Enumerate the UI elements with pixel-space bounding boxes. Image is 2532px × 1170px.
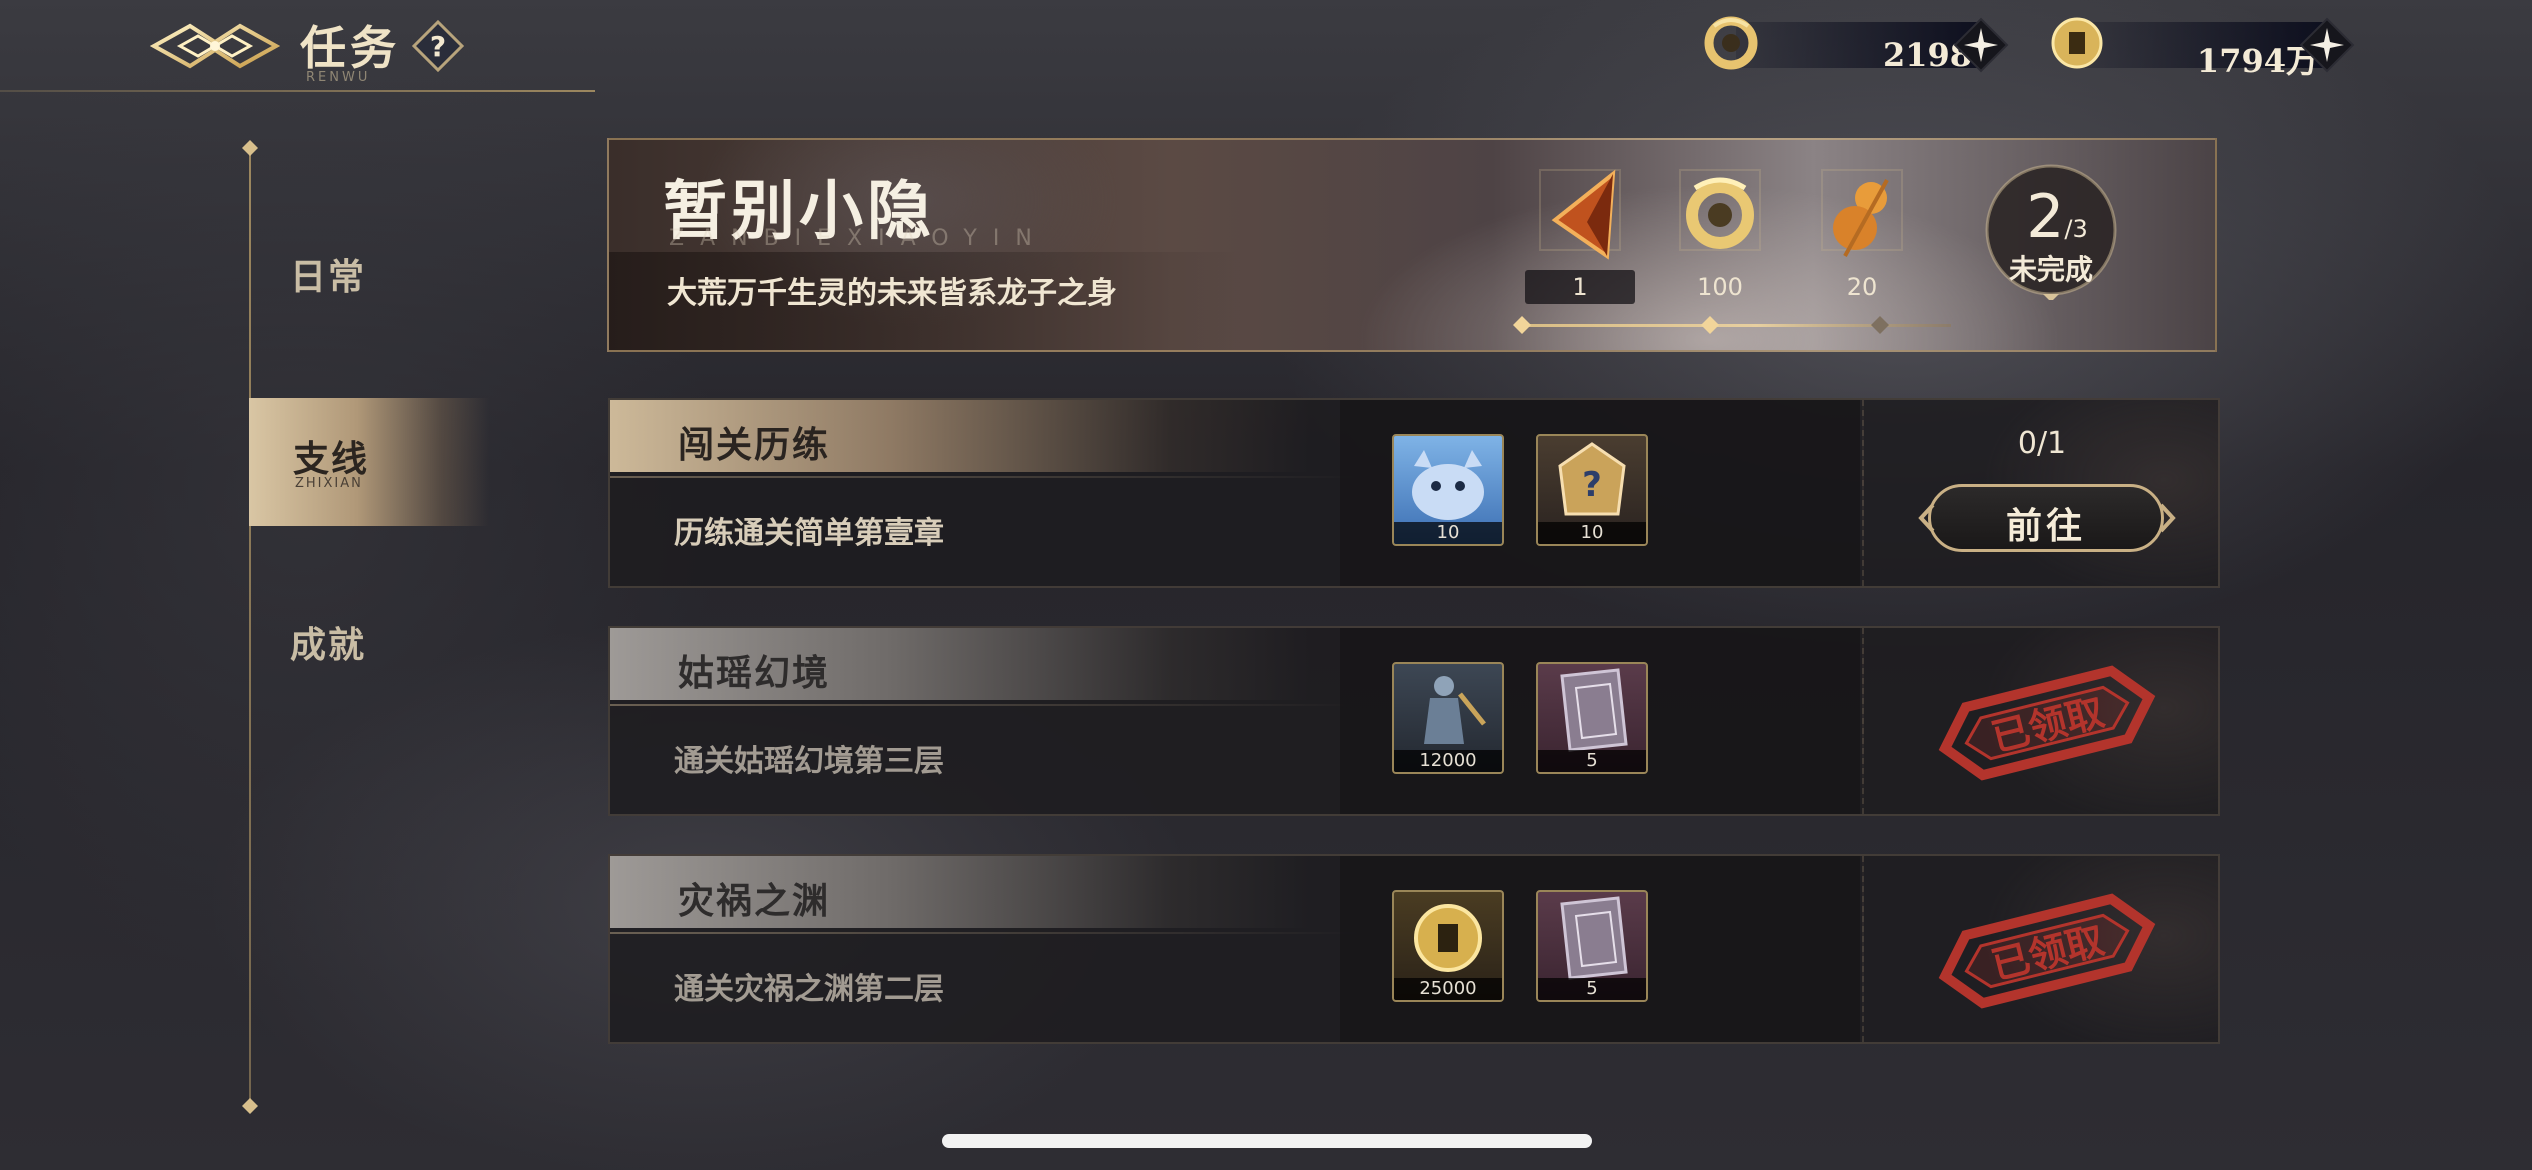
task-divider [610, 476, 1360, 478]
nav-bottom-ornament-icon [242, 1098, 258, 1114]
task-rewards: 25000 5 [1340, 856, 1860, 1042]
reward-count: 1 [1525, 270, 1635, 304]
progress-node-icon [1513, 316, 1531, 334]
task-name: 灾祸之渊 [678, 880, 831, 922]
reward-item[interactable]: 5 [1536, 662, 1648, 774]
add-jade-button[interactable] [1952, 16, 2010, 74]
progress-total: /3 [2064, 215, 2088, 243]
dragon-jade-icon [1704, 16, 1758, 70]
progress-node-icon [1701, 316, 1719, 334]
currency-box: 2198 [1736, 22, 1986, 74]
reward-item[interactable]: 25000 [1392, 890, 1504, 1002]
scroll-ticket-icon [1560, 668, 1628, 752]
currency-box: 1794万 [2082, 22, 2332, 80]
dragon-jade-icon[interactable] [1665, 160, 1775, 280]
help-button[interactable]: ? [410, 18, 466, 74]
currency-coin: 1794万 [2046, 12, 2366, 80]
task-action-area: 0/1 前往 [1862, 400, 2220, 586]
emblem-icon [150, 23, 280, 69]
nav-item-daily[interactable]: 日常 [290, 248, 366, 300]
task-screen: 任务 RENWU ? 2198 1794万 日常 支线 ZHIXIAN 成就 暂… [0, 0, 2532, 1170]
task-action-area: 已领取 [1862, 856, 2220, 1042]
task-description: 历练通关简单第壹章 [674, 516, 944, 551]
item-count: 10 [1394, 522, 1502, 544]
item-count: 5 [1538, 978, 1646, 1000]
task-progress: 0/1 [2017, 426, 2067, 461]
progress-node-icon [1871, 316, 1889, 334]
task-description: 通关灾祸之渊第二层 [674, 972, 944, 1007]
reward-item[interactable]: ? 10 [1536, 434, 1648, 546]
question-mark-icon: ? [430, 30, 446, 63]
top-bar: 任务 RENWU ? 2198 1794万 [0, 0, 2532, 100]
blue-spirit-icon [1412, 450, 1484, 520]
banner-description: 大荒万千生灵的未来皆系龙子之身 [667, 276, 1117, 311]
nav-line [249, 150, 251, 1110]
task-header: 姑瑶幻境 [610, 628, 1310, 700]
progress-status: 未完成 [2008, 253, 2093, 286]
reward-count: 20 [1846, 273, 1878, 301]
coin-icon [2051, 17, 2103, 69]
page-title: 任务 [300, 21, 400, 75]
fire-crystal-icon[interactable] [1525, 160, 1635, 280]
progress-count: 2/3 [2007, 182, 2107, 252]
nav-item-achievements[interactable]: 成就 [290, 616, 366, 668]
go-button[interactable]: 前往 [1918, 484, 2176, 552]
svg-text:?: ? [1582, 465, 1602, 505]
progress-done: 2 [2026, 182, 2065, 252]
task-rewards: 10 ? 10 [1340, 400, 1860, 586]
item-count: 5 [1538, 750, 1646, 772]
task-header: 灾祸之渊 [610, 856, 1310, 928]
main-quest-banner: 暂别小隐 ZANBIEXIAOYIN 大荒万千生灵的未来皆系龙子之身 1 100… [607, 138, 2217, 352]
task-card: 灾祸之渊 通关灾祸之渊第二层 25000 5 已领取 [608, 854, 2220, 1044]
reward-item[interactable]: 12000 [1392, 662, 1504, 774]
reward-count: 100 [1697, 273, 1743, 301]
add-coin-button[interactable] [2298, 16, 2356, 74]
chevron-right-icon [2159, 503, 2176, 533]
task-divider [610, 704, 1360, 706]
coin-icon [1414, 904, 1482, 972]
mystery-chest-icon: ? [1558, 442, 1626, 516]
task-card: 姑瑶幻境 通关姑瑶幻境第三层 12000 5 已领取 [608, 626, 2220, 816]
warrior-figure-icon [1424, 676, 1486, 744]
nav-top-ornament-icon [242, 140, 258, 156]
item-count: 10 [1538, 522, 1646, 544]
item-count: 25000 [1394, 978, 1502, 1000]
task-card: 闯关历练 历练通关简单第壹章 10 ? 10 0/1 前往 [608, 398, 2220, 588]
go-button-label: 前往 [2005, 505, 2086, 547]
item-count: 12000 [1394, 750, 1502, 772]
currency-jade: 2198 [1700, 12, 2020, 74]
nav-item-label: 支线 [293, 438, 370, 480]
task-name: 闯关历练 [678, 424, 831, 466]
task-divider [610, 932, 1360, 934]
title-divider [0, 90, 595, 92]
page-subtitle: RENWU [306, 70, 371, 85]
reward-item[interactable]: 10 [1392, 434, 1504, 546]
reward-item[interactable]: 5 [1536, 890, 1648, 1002]
task-action-area: 已领取 [1862, 628, 2220, 814]
banner-pinyin: ZANBIEXIAOYIN [669, 226, 1048, 251]
home-indicator[interactable] [942, 1134, 1592, 1148]
task-rewards: 12000 5 [1340, 628, 1860, 814]
nav-item-sublabel: ZHIXIAN [295, 476, 363, 491]
nav-item-side-quest[interactable]: 支线 ZHIXIAN [249, 398, 489, 526]
scroll-ticket-icon [1560, 896, 1628, 980]
task-name: 姑瑶幻境 [678, 652, 831, 694]
gourd-icon[interactable] [1807, 160, 1917, 280]
task-description: 通关姑瑶幻境第三层 [674, 744, 944, 779]
task-header: 闯关历练 [610, 400, 1310, 472]
